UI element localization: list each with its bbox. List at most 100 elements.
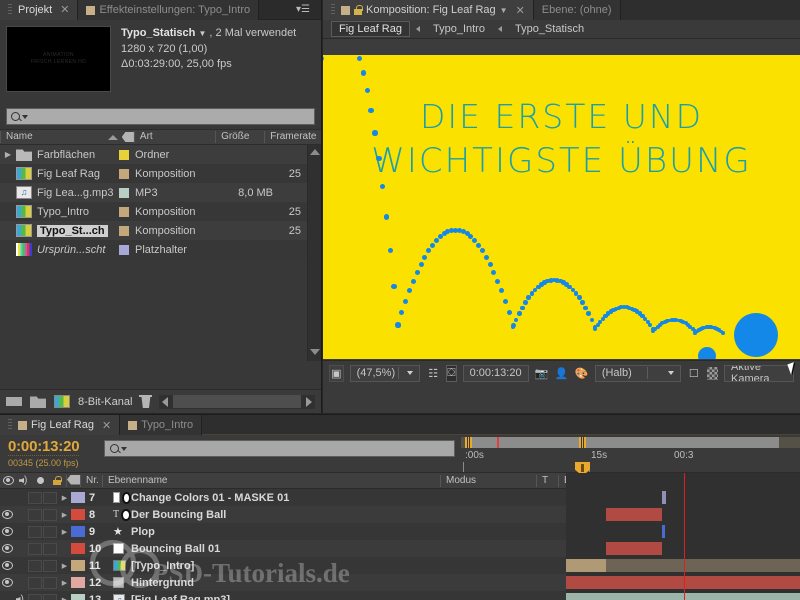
lock-toggle[interactable] bbox=[43, 576, 57, 589]
label-color[interactable] bbox=[119, 225, 135, 236]
video-visibility-toggle[interactable] bbox=[0, 491, 14, 505]
toggle-transparency-grid-icon[interactable]: ▣ bbox=[329, 364, 344, 382]
layer-duration-bar[interactable] bbox=[566, 576, 800, 589]
column-header-ebenenname[interactable]: Ebenenname bbox=[102, 474, 440, 487]
playhead-line[interactable] bbox=[684, 473, 685, 600]
layer-label-color[interactable] bbox=[71, 492, 85, 503]
zoom-level-dropdown[interactable]: (47,5%) bbox=[349, 364, 421, 382]
label-color[interactable] bbox=[119, 244, 135, 255]
video-visibility-toggle[interactable] bbox=[0, 593, 14, 600]
layer-duration-bar[interactable] bbox=[566, 559, 606, 572]
lock-toggle[interactable] bbox=[43, 491, 57, 504]
label-tag-icon[interactable] bbox=[122, 132, 134, 142]
chevron-down-icon[interactable]: ▼ bbox=[198, 29, 206, 38]
breadcrumb-item-2[interactable]: Typo_Statisch bbox=[508, 22, 591, 36]
timeline-track-area[interactable] bbox=[566, 473, 800, 600]
audio-toggle[interactable] bbox=[14, 593, 28, 600]
panel-menu-icon[interactable]: ▾☰ bbox=[296, 4, 310, 15]
audio-toggle[interactable] bbox=[14, 508, 28, 522]
show-snapshot-icon[interactable]: 👤 bbox=[555, 365, 569, 382]
expand-triangle-icon[interactable]: ▶ bbox=[0, 150, 16, 159]
layer-duration-bar-ext[interactable] bbox=[606, 559, 800, 572]
panel-gripper-icon[interactable] bbox=[8, 3, 12, 16]
solo-toggle[interactable] bbox=[28, 593, 42, 600]
column-header-modus[interactable]: Modus bbox=[440, 474, 536, 487]
layer-label-color[interactable] bbox=[71, 560, 85, 571]
resolution-dropdown[interactable]: (Halb) bbox=[594, 364, 681, 382]
list-item[interactable]: Typo_Intro Komposition 25 bbox=[0, 202, 321, 221]
bouncing-ball-secondary[interactable] bbox=[698, 347, 716, 359]
audio-toggle[interactable] bbox=[14, 559, 28, 573]
column-header-framerate[interactable]: Framerate bbox=[264, 131, 321, 143]
lock-toggle[interactable] bbox=[43, 508, 57, 521]
project-search-input[interactable] bbox=[6, 108, 315, 125]
region-of-interest-icon[interactable]: ⛋ bbox=[446, 364, 457, 382]
video-visibility-toggle[interactable] bbox=[0, 525, 14, 539]
expand-triangle-icon[interactable]: ▶ bbox=[58, 596, 71, 600]
layer-label-color[interactable] bbox=[71, 526, 85, 537]
camera-view-dropdown[interactable]: Aktive Kamera bbox=[724, 364, 794, 382]
transparency-grid-icon[interactable] bbox=[706, 366, 718, 380]
solo-icon[interactable] bbox=[37, 477, 44, 484]
label-color[interactable] bbox=[119, 168, 135, 179]
label-color[interactable] bbox=[119, 187, 135, 198]
grid-guides-icon[interactable]: ☷ bbox=[426, 365, 440, 382]
column-header-name[interactable]: Name bbox=[0, 131, 104, 143]
tab-timeline-typo-intro[interactable]: Typo_Intro bbox=[120, 415, 203, 435]
comp-timecode-field[interactable]: 0:00:13:20 bbox=[462, 364, 529, 382]
tab-effekteinstellungen[interactable]: Effekteinstellungen: Typo_Intro bbox=[78, 0, 260, 20]
expand-triangle-icon[interactable]: ▶ bbox=[58, 511, 71, 519]
tab-timeline-fig-leaf-rag[interactable]: Fig Leaf Rag ✕ bbox=[0, 415, 121, 435]
list-item[interactable]: Fig Lea...g.mp3 MP3 8,0 MB bbox=[0, 183, 321, 202]
list-item[interactable]: Fig Leaf Rag Komposition 25 bbox=[0, 164, 321, 183]
solo-toggle[interactable] bbox=[28, 525, 42, 538]
chevron-down-icon[interactable]: ▼ bbox=[500, 6, 508, 15]
work-area-end-handle[interactable] bbox=[579, 437, 586, 448]
bouncing-ball[interactable] bbox=[734, 313, 778, 357]
video-visibility-toggle[interactable] bbox=[0, 559, 14, 573]
work-area-bar[interactable] bbox=[461, 437, 800, 448]
layer-duration-bar[interactable] bbox=[606, 508, 662, 521]
channel-rgb-icon[interactable]: 🎨 bbox=[575, 365, 589, 382]
audio-toggle[interactable] bbox=[14, 576, 28, 590]
layer-label-color[interactable] bbox=[71, 509, 85, 520]
layer-duration-bar[interactable] bbox=[662, 491, 666, 504]
project-horizontal-scrollbar[interactable] bbox=[159, 394, 315, 409]
lock-icon[interactable] bbox=[53, 476, 62, 485]
expand-triangle-icon[interactable]: ▶ bbox=[58, 562, 71, 570]
video-visibility-toggle[interactable] bbox=[0, 542, 14, 556]
list-item[interactable]: ▶ Farbflächen Ordner bbox=[0, 145, 321, 164]
scrollbar-thumb[interactable] bbox=[173, 395, 301, 408]
project-panel-menu[interactable]: ▾☰ bbox=[296, 0, 321, 19]
column-header-groesse[interactable]: Größe bbox=[215, 131, 264, 143]
audio-toggle[interactable] bbox=[14, 491, 28, 505]
close-icon[interactable]: ✕ bbox=[102, 419, 111, 432]
label-color[interactable] bbox=[119, 206, 135, 217]
column-header-nr[interactable]: Nr. bbox=[80, 474, 102, 487]
current-time-display[interactable]: 0:00:13:20 00345 (25.00 fps) bbox=[0, 435, 104, 472]
composition-canvas[interactable]: DIE ERSTE UND WICHTIGSTE ÜBUNG bbox=[323, 55, 800, 359]
expand-triangle-icon[interactable]: ▶ bbox=[58, 579, 71, 587]
scroll-left-icon[interactable] bbox=[162, 396, 169, 407]
audio-toggle[interactable] bbox=[14, 525, 28, 539]
lock-toggle[interactable] bbox=[43, 559, 57, 572]
lock-icon[interactable] bbox=[354, 5, 363, 15]
label-tag-icon[interactable] bbox=[67, 475, 80, 485]
tab-projekt[interactable]: Projekt ✕ bbox=[0, 0, 79, 20]
tab-ebene[interactable]: Ebene: (ohne) bbox=[533, 0, 621, 20]
work-area-fill[interactable] bbox=[469, 437, 779, 448]
close-icon[interactable]: ✕ bbox=[516, 4, 525, 17]
sort-ascending-icon[interactable] bbox=[107, 134, 118, 140]
layer-duration-bar[interactable] bbox=[566, 593, 800, 600]
layer-label-color[interactable] bbox=[71, 594, 85, 600]
panel-gripper-icon[interactable] bbox=[8, 419, 12, 431]
panel-gripper-icon[interactable] bbox=[331, 4, 335, 16]
solo-toggle[interactable] bbox=[28, 508, 42, 521]
video-visibility-toggle[interactable] bbox=[0, 508, 14, 522]
snapshot-camera-icon[interactable]: 📷 bbox=[535, 365, 549, 382]
composition-viewer[interactable]: DIE ERSTE UND WICHTIGSTE ÜBUNG ▣ (47,5%)… bbox=[323, 39, 800, 385]
layer-label-color[interactable] bbox=[71, 543, 85, 554]
chevron-down-icon[interactable] bbox=[121, 446, 127, 451]
work-area-start-handle[interactable] bbox=[465, 437, 472, 448]
layer-label-color[interactable] bbox=[71, 577, 85, 588]
